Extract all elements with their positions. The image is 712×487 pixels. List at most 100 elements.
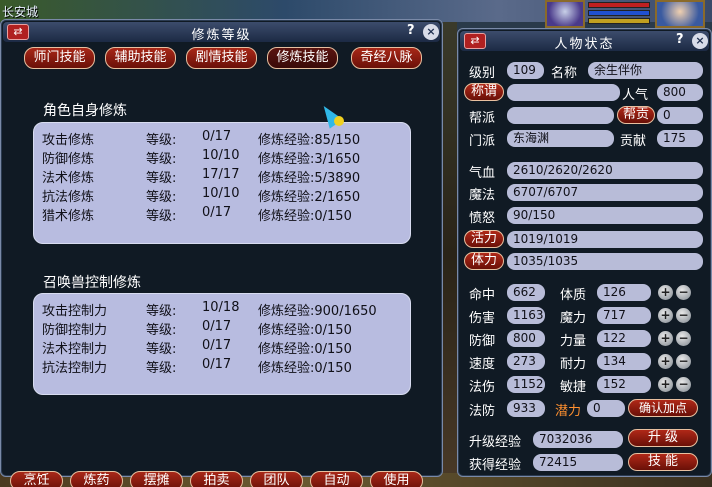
stat-label: 防御 bbox=[469, 334, 496, 349]
use-button[interactable]: 使用 bbox=[370, 471, 423, 487]
row-level: 17/17 bbox=[202, 167, 240, 182]
minus-icon[interactable]: − bbox=[676, 308, 691, 323]
auto-button[interactable]: 自动 bbox=[310, 471, 363, 487]
character-portrait[interactable] bbox=[655, 0, 705, 28]
attr-value: 122 bbox=[597, 330, 651, 347]
magic-defense-value: 933 bbox=[507, 400, 545, 417]
gained-exp-value: 72415 bbox=[533, 454, 623, 471]
row-level: 10/10 bbox=[202, 148, 240, 163]
magic-defense-label: 法防 bbox=[469, 404, 496, 419]
level-value: 109 bbox=[507, 62, 544, 79]
row-exp: 修炼经验:900/1650 bbox=[258, 304, 377, 319]
close-icon[interactable]: × bbox=[423, 24, 439, 40]
row-level: 0/17 bbox=[202, 205, 232, 220]
attr-value: 152 bbox=[597, 376, 651, 393]
row-name: 攻击修炼 bbox=[42, 133, 95, 148]
mp-bar bbox=[588, 10, 650, 16]
cultivation-row[interactable]: 防御控制力 等级: 0/17 修炼经验:0/150 bbox=[42, 319, 352, 338]
close-icon[interactable]: × bbox=[692, 33, 708, 49]
minus-icon[interactable]: − bbox=[676, 331, 691, 346]
row-name: 攻击控制力 bbox=[42, 304, 108, 319]
cultivation-row[interactable]: 攻击控制力 等级: 10/18 修炼经验:900/1650 bbox=[42, 300, 377, 319]
row-name: 抗法修炼 bbox=[42, 190, 95, 205]
potential-value: 0 bbox=[587, 400, 625, 417]
confirm-points-button[interactable]: 确认加点 bbox=[628, 399, 698, 417]
stat-label: 伤害 bbox=[469, 311, 496, 326]
pet-portrait[interactable] bbox=[545, 0, 585, 28]
row-level-label: 等级: bbox=[146, 133, 177, 148]
alchemy-button[interactable]: 炼药 bbox=[70, 471, 123, 487]
status-titlebar[interactable]: ⇄ 人物状态 ? × bbox=[460, 31, 709, 52]
attr-label: 体质 bbox=[560, 288, 587, 303]
char-cultivation-title: 角色自身修炼 bbox=[43, 103, 127, 119]
help-icon[interactable]: ? bbox=[407, 23, 415, 38]
stat-value: 800 bbox=[507, 330, 545, 347]
vitality-button[interactable]: 活力 bbox=[464, 230, 504, 248]
plus-icon[interactable]: + bbox=[658, 308, 673, 323]
tab-story-skills[interactable]: 剧情技能 bbox=[186, 47, 257, 69]
pet-cultivation-title: 召唤兽控制修炼 bbox=[43, 275, 141, 291]
cultivation-row[interactable]: 法术修炼 等级: 17/17 修炼经验:5/3890 bbox=[42, 167, 360, 186]
attr-value: 126 bbox=[597, 284, 651, 301]
level-up-button[interactable]: 升 级 bbox=[628, 429, 698, 447]
row-level-label: 等级: bbox=[146, 304, 177, 319]
hp-label: 气血 bbox=[469, 166, 496, 181]
row-level-label: 等级: bbox=[146, 171, 177, 186]
game-scene-strip bbox=[443, 22, 457, 487]
auction-button[interactable]: 拍卖 bbox=[190, 471, 243, 487]
row-name: 防御控制力 bbox=[42, 323, 108, 338]
minus-icon[interactable]: − bbox=[676, 285, 691, 300]
minus-icon[interactable]: − bbox=[676, 377, 691, 392]
minus-icon[interactable]: − bbox=[676, 354, 691, 369]
skills-button[interactable]: 技 能 bbox=[628, 453, 698, 471]
hp-bar bbox=[588, 2, 650, 8]
tab-cultivation-skills[interactable]: 修炼技能 bbox=[267, 47, 338, 69]
team-button[interactable]: 团队 bbox=[250, 471, 303, 487]
row-exp: 修炼经验:0/150 bbox=[258, 361, 352, 376]
row-name: 法术修炼 bbox=[42, 171, 95, 186]
row-name: 猎术修炼 bbox=[42, 209, 95, 224]
stat-value: 273 bbox=[507, 353, 545, 370]
school-label: 门派 bbox=[469, 134, 496, 149]
cultivation-row[interactable]: 法术控制力 等级: 0/17 修炼经验:0/150 bbox=[42, 338, 352, 357]
cultivation-row[interactable]: 抗法控制力 等级: 0/17 修炼经验:0/150 bbox=[42, 357, 352, 376]
row-name: 防御修炼 bbox=[42, 152, 95, 167]
cultivation-titlebar[interactable]: ⇄ 修炼等级 ? × bbox=[3, 22, 440, 43]
title-button[interactable]: 称谓 bbox=[464, 83, 504, 101]
stat-label: 命中 bbox=[469, 288, 496, 303]
row-name: 法术控制力 bbox=[42, 342, 108, 357]
attr-value: 717 bbox=[597, 307, 651, 324]
cooking-button[interactable]: 烹饪 bbox=[10, 471, 63, 487]
row-exp: 修炼经验:3/1650 bbox=[258, 152, 361, 167]
stall-button[interactable]: 摆摊 bbox=[130, 471, 183, 487]
attr-label: 力量 bbox=[560, 334, 587, 349]
cultivation-row[interactable]: 攻击修炼 等级: 0/17 修炼经验:85/150 bbox=[42, 129, 360, 148]
plus-icon[interactable]: + bbox=[658, 377, 673, 392]
popularity-label: 人气 bbox=[622, 88, 649, 103]
guild-label: 帮派 bbox=[469, 111, 496, 126]
cultivation-row[interactable]: 猎术修炼 等级: 0/17 修炼经验:0/150 bbox=[42, 205, 352, 224]
guild-contribution-button[interactable]: 帮贡 bbox=[617, 106, 655, 124]
mp-label: 魔法 bbox=[469, 188, 496, 203]
row-exp: 修炼经验:0/150 bbox=[258, 209, 352, 224]
attr-label: 敏捷 bbox=[560, 380, 587, 395]
guild-value bbox=[507, 107, 614, 124]
plus-icon[interactable]: + bbox=[658, 354, 673, 369]
cultivation-row[interactable]: 抗法修炼 等级: 10/10 修炼经验:2/1650 bbox=[42, 186, 360, 205]
row-level-label: 等级: bbox=[146, 342, 177, 357]
stamina-button[interactable]: 体力 bbox=[464, 252, 504, 270]
potential-label: 潜力 bbox=[555, 404, 582, 419]
mp-value: 6707/6707 bbox=[507, 184, 703, 201]
row-level: 0/17 bbox=[202, 129, 232, 144]
character-status-window: ⇄ 人物状态 ? × 级别 109 名称 余生伴你 称谓 人气 800 帮派 帮… bbox=[457, 28, 712, 477]
stat-value: 1152 bbox=[507, 376, 545, 393]
tab-school-skills[interactable]: 师门技能 bbox=[24, 47, 95, 69]
help-icon[interactable]: ? bbox=[676, 32, 684, 47]
tab-assist-skills[interactable]: 辅助技能 bbox=[105, 47, 176, 69]
hp-value: 2610/2620/2620 bbox=[507, 162, 703, 179]
plus-icon[interactable]: + bbox=[658, 331, 673, 346]
cultivation-row[interactable]: 防御修炼 等级: 10/10 修炼经验:3/1650 bbox=[42, 148, 360, 167]
plus-icon[interactable]: + bbox=[658, 285, 673, 300]
row-level-label: 等级: bbox=[146, 190, 177, 205]
tab-meridians[interactable]: 奇经八脉 bbox=[351, 47, 422, 69]
